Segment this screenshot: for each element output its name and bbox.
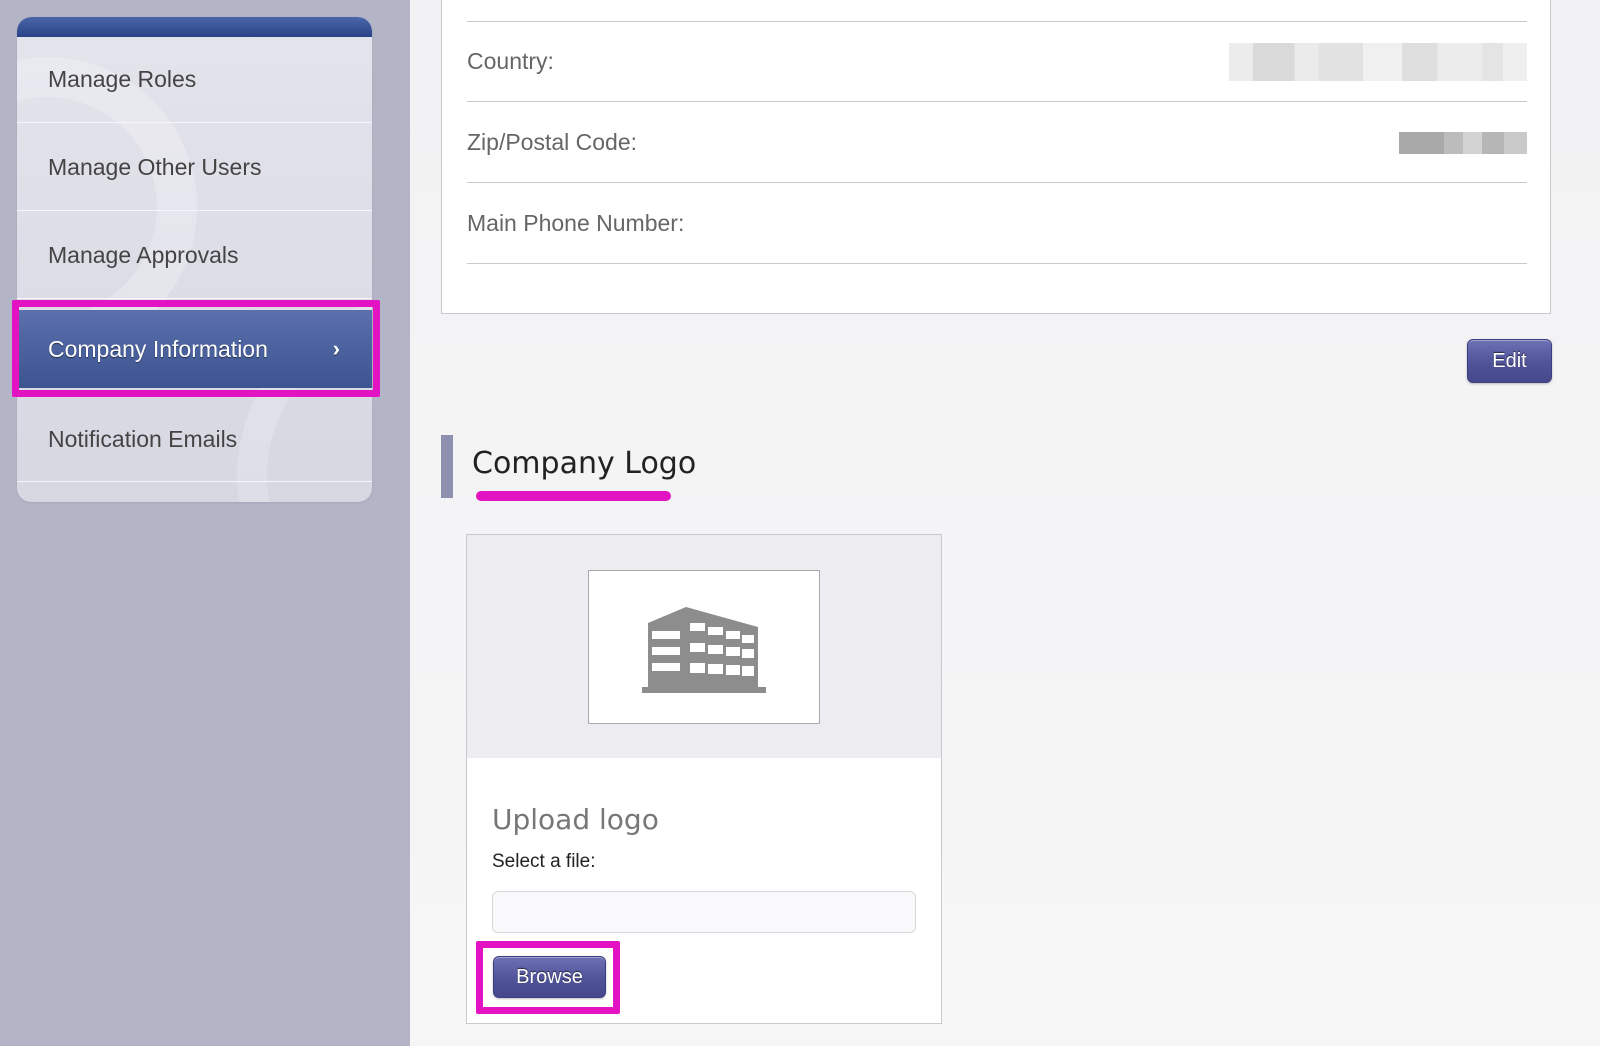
sidebar-item-manage-other-users[interactable]: Manage Other Users (17, 124, 372, 211)
info-row-phone: Main Phone Number: (467, 184, 1527, 264)
field-label: Country: (467, 48, 554, 74)
highlight-annotation (476, 491, 671, 501)
sidebar-item-manage-roles[interactable]: Manage Roles (17, 37, 372, 123)
info-row-zip: Zip/Postal Code: (467, 103, 1527, 183)
edit-button[interactable]: Edit (1467, 339, 1552, 383)
upload-title: Upload logo (492, 803, 659, 836)
field-label: Main Phone Number: (467, 210, 685, 236)
sidebar-item-company-information[interactable]: Company Information › (17, 310, 372, 388)
sidebar-item-label: Manage Other Users (48, 153, 262, 180)
sidebar-item-label: Company Information (48, 335, 268, 362)
sidebar-item-label: Notification Emails (48, 425, 238, 452)
logo-preview-frame (588, 570, 820, 724)
info-row (467, 0, 1527, 22)
field-label: Zip/Postal Code: (467, 129, 638, 155)
settings-nav: Manage Roles Manage Other Users Manage A… (17, 17, 372, 502)
browse-button[interactable]: Browse (493, 956, 606, 998)
company-info-panel: Country: Zip/Postal Code: Main Phone Num… (441, 0, 1551, 314)
main-content: Country: Zip/Postal Code: Main Phone Num… (410, 0, 1600, 1046)
sidebar-item-label: Manage Approvals (48, 241, 239, 268)
sidebar-item-manage-approvals[interactable]: Manage Approvals (17, 212, 372, 299)
chevron-right-icon: › (332, 336, 340, 361)
logo-preview-area (467, 535, 941, 758)
sidebar-item-label: Manage Roles (48, 66, 197, 92)
section-accent-bar (441, 435, 453, 498)
info-row-country: Country: (467, 22, 1527, 102)
redacted-value (1229, 42, 1527, 81)
redacted-value (1399, 131, 1527, 154)
select-file-label: Select a file: (492, 851, 596, 872)
sidebar-item-notification-emails[interactable]: Notification Emails (17, 397, 372, 482)
section-title: Company Logo (472, 446, 697, 481)
file-path-input[interactable] (492, 891, 916, 933)
left-sidebar: Manage Roles Manage Other Users Manage A… (0, 0, 410, 1046)
logo-upload-card: Upload logo Select a file: Browse (466, 534, 942, 1024)
building-icon (642, 607, 766, 693)
